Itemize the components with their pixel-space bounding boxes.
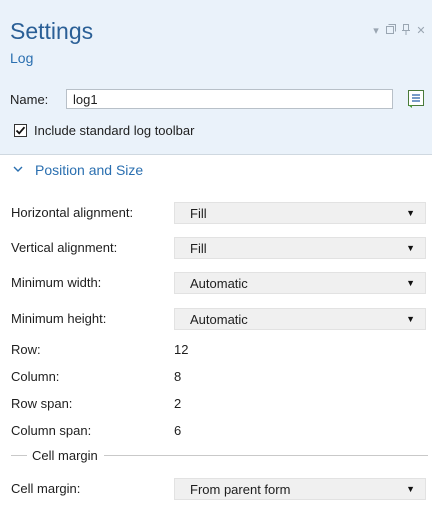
row-span-label: Row span: xyxy=(11,396,73,411)
column-label: Column: xyxy=(11,369,60,384)
row-span-value: 2 xyxy=(174,396,182,411)
minimum-width-select[interactable]: Automatic ▼ xyxy=(174,272,426,294)
edit-label-icon xyxy=(408,90,424,108)
legend-line-right xyxy=(103,455,428,456)
cell-margin-value: From parent form xyxy=(190,481,291,497)
pin-icon[interactable] xyxy=(401,24,411,38)
float-window-icon[interactable] xyxy=(386,24,396,38)
vertical-alignment-label: Vertical alignment: xyxy=(11,240,118,255)
include-toolbar-row[interactable]: Include standard log toolbar xyxy=(14,123,194,138)
dropdown-arrow-icon: ▼ xyxy=(406,243,415,253)
include-toolbar-checkbox[interactable] xyxy=(14,124,27,137)
dropdown-arrow-icon: ▼ xyxy=(406,484,415,494)
vertical-alignment-select[interactable]: Fill ▼ xyxy=(174,237,426,259)
settings-header: Settings Log ▾ ✕ Name: Include standard … xyxy=(0,0,432,154)
header-divider xyxy=(0,154,432,155)
minimum-width-label: Minimum width: xyxy=(11,275,102,290)
row-value: 12 xyxy=(174,342,189,357)
cell-margin-select[interactable]: From parent form ▼ xyxy=(174,478,426,500)
cell-margin-legend-text: Cell margin xyxy=(32,448,98,463)
chevron-down-icon xyxy=(13,164,23,176)
vertical-alignment-value: Fill xyxy=(190,240,207,256)
column-value: 8 xyxy=(174,369,182,384)
row-label: Row: xyxy=(11,342,41,357)
dropdown-arrow-icon: ▼ xyxy=(406,314,415,324)
minimum-height-label: Minimum height: xyxy=(11,311,107,326)
page-subtitle: Log xyxy=(10,50,34,66)
page-title: Settings xyxy=(10,18,94,44)
dropdown-icon[interactable]: ▾ xyxy=(371,24,381,38)
section-title: Position and Size xyxy=(35,162,144,178)
minimum-height-select[interactable]: Automatic ▼ xyxy=(174,308,426,330)
cell-margin-group-legend: Cell margin xyxy=(11,448,428,463)
minimum-height-value: Automatic xyxy=(190,311,248,327)
horizontal-alignment-select[interactable]: Fill ▼ xyxy=(174,202,426,224)
column-span-label: Column span: xyxy=(11,423,92,438)
horizontal-alignment-label: Horizontal alignment: xyxy=(11,205,134,220)
column-span-value: 6 xyxy=(174,423,182,438)
dropdown-arrow-icon: ▼ xyxy=(406,278,415,288)
name-row: Name: xyxy=(10,89,393,109)
window-controls: ▾ ✕ xyxy=(371,24,426,38)
include-toolbar-label: Include standard log toolbar xyxy=(34,123,195,138)
edit-label-button[interactable] xyxy=(406,89,426,109)
checkmark-icon xyxy=(15,126,26,135)
close-icon[interactable]: ✕ xyxy=(416,24,426,38)
cell-margin-label: Cell margin: xyxy=(11,481,81,496)
legend-line-left xyxy=(11,455,27,456)
name-label: Name: xyxy=(10,91,49,107)
minimum-width-value: Automatic xyxy=(190,275,248,291)
name-field[interactable] xyxy=(66,89,393,109)
dropdown-arrow-icon: ▼ xyxy=(406,208,415,218)
horizontal-alignment-value: Fill xyxy=(190,205,207,221)
section-position-and-size[interactable]: Position and Size xyxy=(13,162,143,178)
